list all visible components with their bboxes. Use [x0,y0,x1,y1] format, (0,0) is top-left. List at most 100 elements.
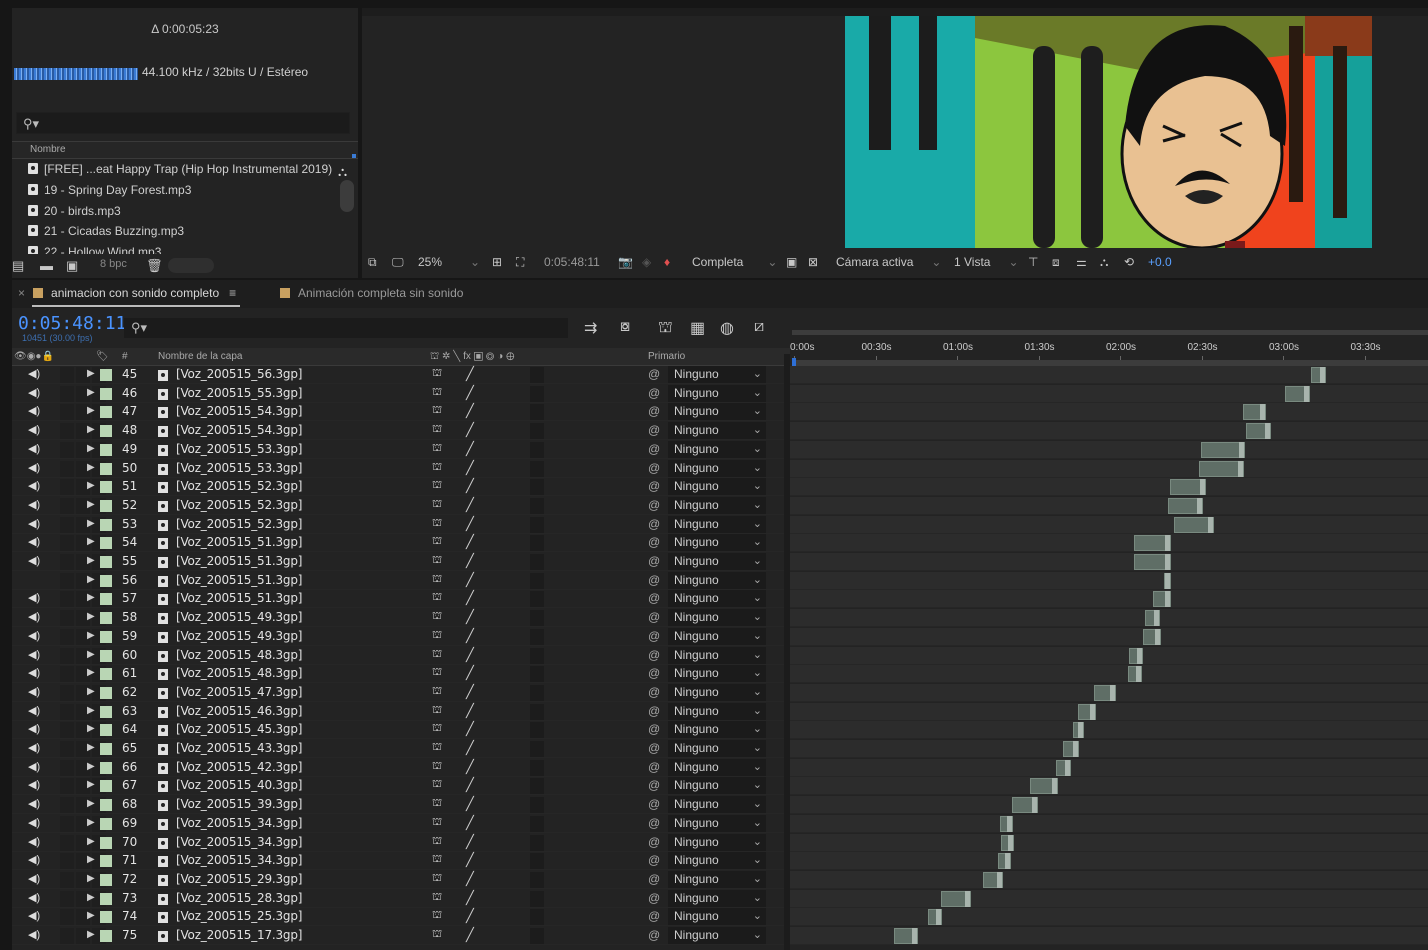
expand-arrow-icon[interactable]: ▶ [87,555,95,566]
label-color-swatch[interactable] [100,612,112,625]
audio-toggle-icon[interactable]: ◀) [28,535,44,548]
layer-name[interactable]: [Voz_200515_52.3gp] [176,517,302,531]
shy-switch-icon[interactable]: ⛫ [432,610,442,624]
shy-switch-icon[interactable]: ⛫ [432,442,442,456]
shy-switch-icon[interactable]: ⛫ [432,386,442,400]
pick-whip-icon[interactable]: @ [648,573,660,587]
shy-switch-icon[interactable]: ⛫ [432,404,442,418]
label-color-swatch[interactable] [100,630,112,643]
parent-select[interactable]: Ninguno ⌄ [668,758,766,776]
layer-row[interactable]: ◀) ▶ 54 [Voz_200515_51.3gp] ⛫ ╱ @ Ninguno ⌄ [12,534,790,553]
expand-arrow-icon[interactable]: ▶ [87,536,95,547]
audio-toggle-icon[interactable]: ◀) [28,442,44,455]
audio-toggle-icon[interactable]: ◀) [28,666,44,679]
layer-track[interactable] [790,870,1428,889]
label-color-swatch[interactable] [100,761,112,774]
label-color-swatch[interactable] [100,873,112,886]
layer-track[interactable] [790,740,1428,758]
pick-whip-icon[interactable]: @ [648,517,660,531]
transparency-grid-icon[interactable]: ▣ [786,255,797,269]
audio-toggle-icon[interactable]: ◀) [28,704,44,717]
layer-name[interactable]: [Voz_200515_53.3gp] [176,461,302,475]
quality-switch-icon[interactable]: ╱ [466,460,474,476]
expand-arrow-icon[interactable]: ▶ [87,480,95,491]
clip-out-marker[interactable] [1032,797,1038,814]
solo-box[interactable] [530,778,544,795]
parent-select[interactable]: Ninguno ⌄ [668,721,766,739]
quality-switch-icon[interactable]: ╱ [466,871,474,887]
pick-whip-icon[interactable]: @ [648,610,660,624]
parent-select[interactable]: Ninguno ⌄ [668,366,766,383]
parent-select[interactable]: Ninguno ⌄ [668,927,766,944]
parent-select[interactable]: Ninguno ⌄ [668,590,766,608]
pick-whip-icon[interactable]: @ [648,554,660,568]
clip-out-marker[interactable] [1154,628,1160,645]
clip-out-marker[interactable] [964,890,970,907]
parent-select[interactable]: Ninguno ⌄ [668,515,766,533]
parent-select[interactable]: Ninguno ⌄ [668,683,766,701]
label-color-swatch[interactable] [100,817,112,830]
clip-out-marker[interactable] [1239,441,1244,458]
solo-box[interactable] [530,647,544,664]
solo-box[interactable] [530,871,544,888]
pick-whip-icon[interactable]: @ [648,442,660,456]
exposure-value[interactable]: +0.0 [1148,255,1172,269]
layer-name[interactable]: [Voz_200515_48.3gp] [176,648,302,662]
pick-whip-icon[interactable]: @ [648,778,660,792]
expand-arrow-icon[interactable]: ▶ [87,910,95,921]
layer-track[interactable] [790,683,1428,702]
pick-whip-icon[interactable]: @ [648,498,660,512]
layer-row[interactable]: ◀) ▶ 67 [Voz_200515_40.3gp] ⛫ ╱ @ Ninguno ⌄ [12,777,790,796]
shy-switch-icon[interactable]: ⛫ [432,666,442,680]
layer-track[interactable] [790,814,1428,833]
tab-animacion-con-sonido[interactable]: × animacion con sonido completo ≡ [18,286,236,300]
pick-whip-icon[interactable]: @ [648,629,660,643]
audio-toggle-icon[interactable]: ◀) [28,498,44,511]
parent-select[interactable]: Ninguno ⌄ [668,908,766,926]
layer-row[interactable]: ◀) ▶ 73 [Voz_200515_28.3gp] ⛫ ╱ @ Ninguno ⌄ [12,889,790,908]
solo-box[interactable] [530,759,544,776]
expand-arrow-icon[interactable]: ▶ [87,518,95,529]
interpret-footage-icon[interactable]: ▤ [12,258,24,274]
expand-arrow-icon[interactable]: ▶ [87,592,95,603]
solo-box[interactable] [530,367,544,383]
label-color-swatch[interactable] [100,406,112,419]
shy-switch-icon[interactable]: ⛫ [432,591,442,605]
pick-whip-icon[interactable]: @ [648,648,660,662]
parent-select[interactable]: Ninguno ⌄ [668,384,766,402]
expand-arrow-icon[interactable]: ▶ [87,667,95,678]
label-color-swatch[interactable] [100,649,112,662]
shy-switch-icon[interactable]: ⛫ [432,367,442,381]
label-color-swatch[interactable] [100,499,112,512]
quality-switch-icon[interactable]: ╱ [466,703,474,719]
clip-out-marker[interactable] [1165,554,1171,570]
layer-name[interactable]: [Voz_200515_55.3gp] [176,386,302,400]
layer-track[interactable] [790,515,1428,534]
pick-whip-icon[interactable]: @ [648,797,660,811]
layer-name[interactable]: [Voz_200515_42.3gp] [176,760,302,774]
clip-out-marker[interactable] [1005,853,1011,870]
layer-track[interactable] [790,590,1428,609]
layer-track[interactable] [790,366,1428,384]
audio-toggle-icon[interactable]: ◀) [28,610,44,623]
audio-toggle-icon[interactable]: ◀) [28,591,44,604]
pick-whip-icon[interactable]: @ [648,909,660,923]
shy-switch-icon[interactable]: ⛫ [432,479,442,493]
layer-row[interactable]: ◀) ▶ 62 [Voz_200515_47.3gp] ⛫ ╱ @ Ninguno ⌄ [12,683,790,702]
layer-track[interactable] [790,403,1428,422]
parent-select[interactable]: Ninguno ⌄ [668,777,766,795]
expand-arrow-icon[interactable]: ▶ [87,611,95,622]
audio-toggle-icon[interactable]: ◀) [28,629,44,642]
clip-out-marker[interactable] [1136,647,1142,664]
label-color-swatch[interactable] [100,387,112,400]
clip-out-marker[interactable] [1008,834,1014,851]
pick-whip-icon[interactable]: @ [648,928,660,942]
clip-out-marker[interactable] [1264,423,1270,440]
clip-out-marker[interactable] [1006,815,1012,832]
solo-box[interactable] [530,684,544,701]
expand-arrow-icon[interactable]: ▶ [87,424,95,435]
solo-box[interactable] [530,909,544,926]
expand-arrow-icon[interactable]: ▶ [87,499,95,510]
layer-track[interactable] [790,721,1428,740]
layer-name[interactable]: [Voz_200515_43.3gp] [176,741,302,755]
